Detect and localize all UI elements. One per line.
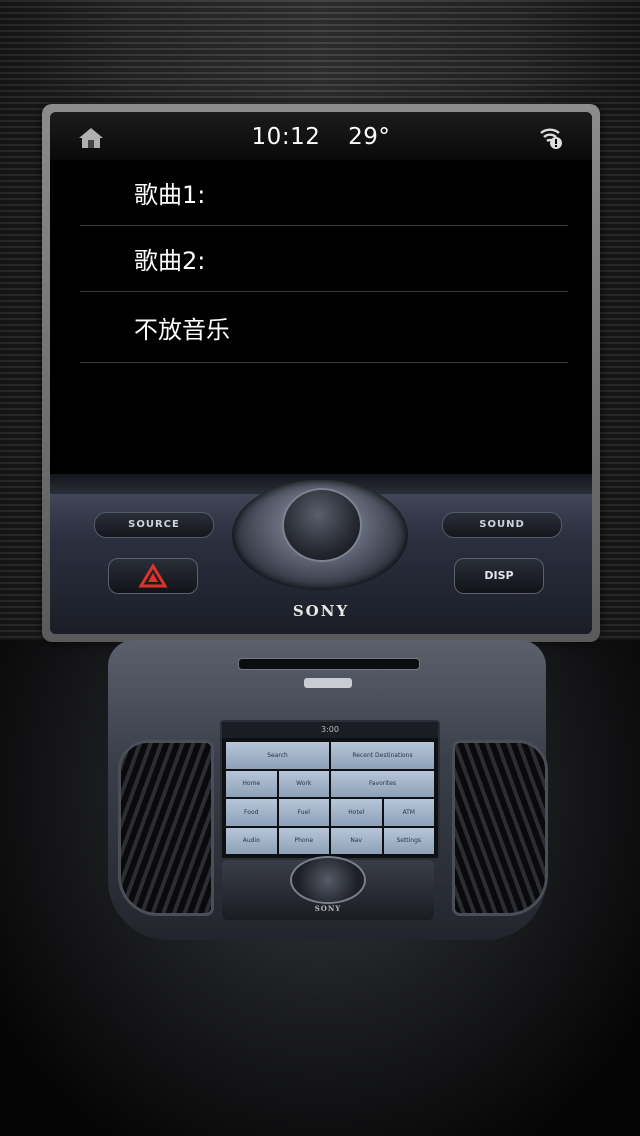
song-list: 歌曲1: 歌曲2: 不放音乐	[80, 160, 568, 363]
head-unit-screen: 10:12 29° 歌曲1: 歌曲2: 不放音乐 SOURCE SOUND DI…	[50, 112, 592, 634]
dashboard-brand-logo: SONY	[314, 904, 342, 913]
song-label: 不放音乐	[134, 315, 230, 344]
time-text: 10:12	[251, 124, 321, 150]
dashboard-screen-grid: Search Recent Destinations Home Work Fav…	[226, 742, 434, 854]
dashboard-tile: Home	[226, 770, 277, 797]
dashboard-screen-time: 3:00	[222, 722, 438, 738]
dashboard-tile: Search	[226, 742, 329, 769]
dashboard-tile: Audio	[226, 827, 277, 854]
dashboard-tile: Phone	[278, 827, 329, 854]
dashboard-tile: Fuel	[278, 799, 329, 826]
dashboard-screen: 3:00 Search Recent Destinations Home Wor…	[220, 720, 440, 860]
temperature-text: 29°	[348, 124, 391, 150]
cd-slot	[238, 658, 420, 670]
hazard-button[interactable]	[108, 558, 198, 594]
dashboard-knob	[290, 856, 366, 904]
control-knob[interactable]	[282, 488, 362, 562]
source-button[interactable]: SOURCE	[94, 512, 214, 538]
song-label: 歌曲1:	[134, 181, 206, 209]
dashboard-tile: Settings	[383, 827, 434, 854]
dashboard-tile: Nav	[331, 827, 382, 854]
song-label: 歌曲2:	[134, 247, 206, 275]
sync-badge	[304, 678, 352, 688]
console-panel: SOURCE SOUND DISP SONY	[50, 474, 592, 634]
sound-button[interactable]: SOUND	[442, 512, 562, 538]
disp-button[interactable]: DISP	[454, 558, 544, 594]
dashboard-tile: Food	[226, 799, 277, 826]
hazard-icon	[138, 563, 168, 588]
song-item-2[interactable]: 歌曲2:	[80, 226, 568, 292]
head-unit-frame: 10:12 29° 歌曲1: 歌曲2: 不放音乐 SOURCE SOUND DI…	[42, 104, 600, 642]
status-clock: 10:12 29°	[50, 124, 592, 150]
song-item-1[interactable]: 歌曲1:	[80, 160, 568, 226]
song-item-no-music[interactable]: 不放音乐	[80, 292, 568, 363]
wifi-status-icon	[540, 128, 562, 149]
brand-logo: SONY	[292, 602, 350, 620]
status-bar: 10:12 29°	[50, 112, 592, 160]
dashboard-tile: Recent Destinations	[331, 742, 434, 769]
right-air-vent	[452, 740, 548, 916]
dashboard-tile: ATM	[383, 799, 434, 826]
left-air-vent	[118, 740, 214, 916]
dashboard-tile: Hotel	[331, 799, 382, 826]
dashboard-tile: Favorites	[331, 770, 434, 797]
dashboard-tile: Work	[278, 770, 329, 797]
